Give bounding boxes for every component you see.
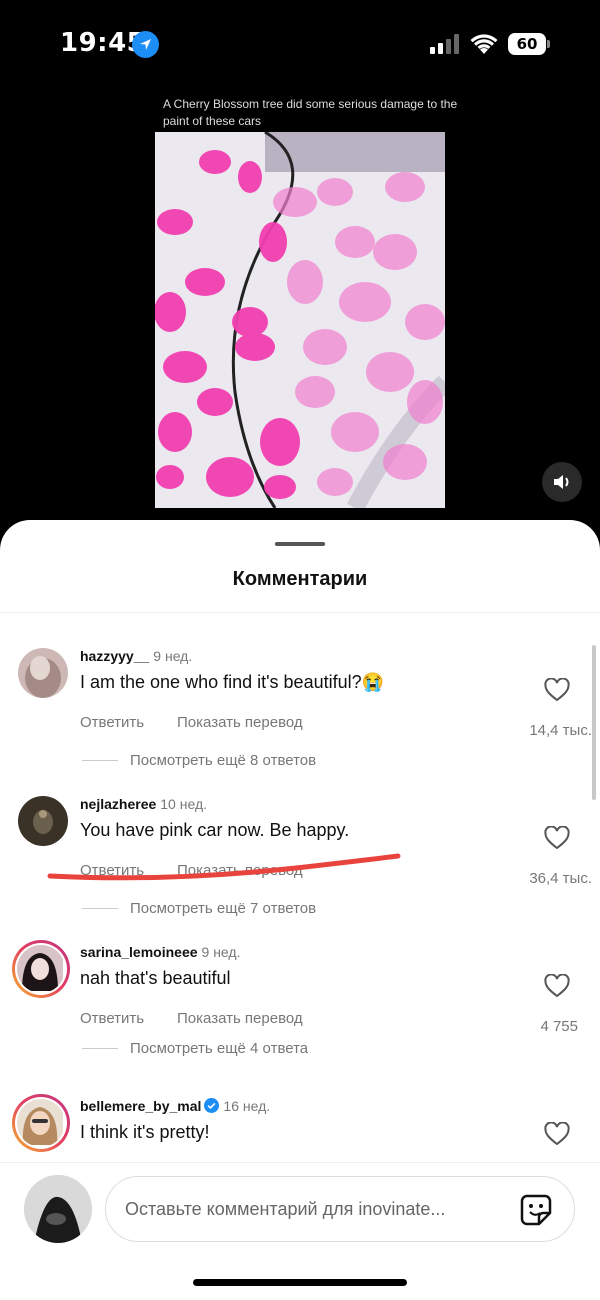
comment-text: I think it's pretty!	[80, 1122, 210, 1142]
heart-icon[interactable]	[544, 678, 570, 702]
like-count: 36,4 тыс.	[529, 870, 592, 887]
scrollbar[interactable]	[592, 645, 596, 800]
show-translation-button[interactable]: Показать перевод	[177, 714, 303, 731]
red-underline-annotation	[47, 853, 401, 881]
heart-icon[interactable]	[544, 1122, 570, 1146]
wifi-icon	[470, 34, 498, 54]
comment-header: hazzyyy__ 9 нед.	[80, 648, 192, 664]
sticker-icon[interactable]	[519, 1193, 553, 1227]
comment-age: 9 нед.	[201, 944, 241, 960]
sheet-title: Комментарии	[232, 568, 368, 590]
username[interactable]: hazzyyy__	[80, 648, 149, 664]
view-more-replies[interactable]: Посмотреть ещё 7 ответов	[82, 900, 316, 917]
comment-input-placeholder: Оставьте комментарий для inovinate...	[125, 1199, 446, 1219]
comment-header: bellemere_by_mal 16 нед.	[80, 1098, 270, 1114]
heart-icon[interactable]	[544, 826, 570, 850]
comment-age: 16 нед.	[223, 1098, 271, 1114]
comment-text: I am the one who find it's beautiful?😭	[80, 672, 385, 692]
comment-age: 9 нед.	[153, 648, 193, 664]
like-count: 14,4 тыс.	[529, 722, 592, 739]
comment-text: You have pink car now. Be happy.	[80, 820, 350, 840]
comment-input-bar: Оставьте комментарий для inovinate...	[0, 1162, 600, 1300]
reply-button[interactable]: Ответить	[80, 1010, 144, 1027]
cellular-signal-icon	[430, 34, 459, 54]
avatar[interactable]	[12, 1094, 70, 1152]
video-player[interactable]	[155, 132, 445, 508]
heart-icon[interactable]	[544, 974, 570, 998]
username[interactable]: nejlazheree	[80, 796, 156, 812]
current-user-avatar[interactable]	[24, 1175, 92, 1243]
reply-button[interactable]: Ответить	[80, 714, 144, 731]
view-more-replies[interactable]: Посмотреть ещё 8 ответов	[82, 752, 316, 769]
home-indicator[interactable]	[193, 1279, 407, 1286]
battery-indicator: 60	[508, 33, 546, 55]
battery-nub	[547, 40, 550, 48]
comment-header: nejlazheree 10 нед.	[80, 796, 207, 812]
show-translation-button[interactable]: Показать перевод	[177, 1010, 303, 1027]
like-count: 4 755	[540, 1018, 578, 1035]
username[interactable]: sarina_lemoineee	[80, 944, 198, 960]
location-arrow-icon	[132, 31, 159, 58]
username[interactable]: bellemere_by_mal	[80, 1098, 201, 1114]
post-caption: A Cherry Blossom tree did some serious d…	[163, 97, 458, 128]
replies-label: Посмотреть ещё 7 ответов	[130, 900, 317, 917]
replies-label: Посмотреть ещё 8 ответов	[130, 752, 317, 769]
avatar[interactable]	[18, 648, 68, 698]
comment-text: nah that's beautiful	[80, 968, 231, 988]
view-more-replies[interactable]: Посмотреть ещё 4 ответа	[82, 1040, 308, 1057]
speaker-icon	[554, 475, 569, 489]
comment-header: sarina_lemoineee 9 нед.	[80, 944, 240, 960]
replies-line	[82, 760, 118, 761]
avatar[interactable]	[12, 940, 70, 998]
replies-line	[82, 908, 118, 909]
comment-age: 10 нед.	[160, 796, 207, 812]
avatar[interactable]	[18, 796, 68, 846]
status-bar: 19:45 60	[0, 0, 600, 90]
sheet-grabber[interactable]	[275, 542, 325, 546]
replies-line	[82, 1048, 118, 1049]
divider	[0, 612, 600, 613]
mute-button[interactable]	[542, 462, 582, 502]
replies-label: Посмотреть ещё 4 ответа	[130, 1040, 309, 1057]
comment-input[interactable]: Оставьте комментарий для inovinate...	[105, 1176, 575, 1242]
cherry-petals-image	[155, 132, 445, 508]
verified-badge-icon	[204, 1098, 220, 1113]
